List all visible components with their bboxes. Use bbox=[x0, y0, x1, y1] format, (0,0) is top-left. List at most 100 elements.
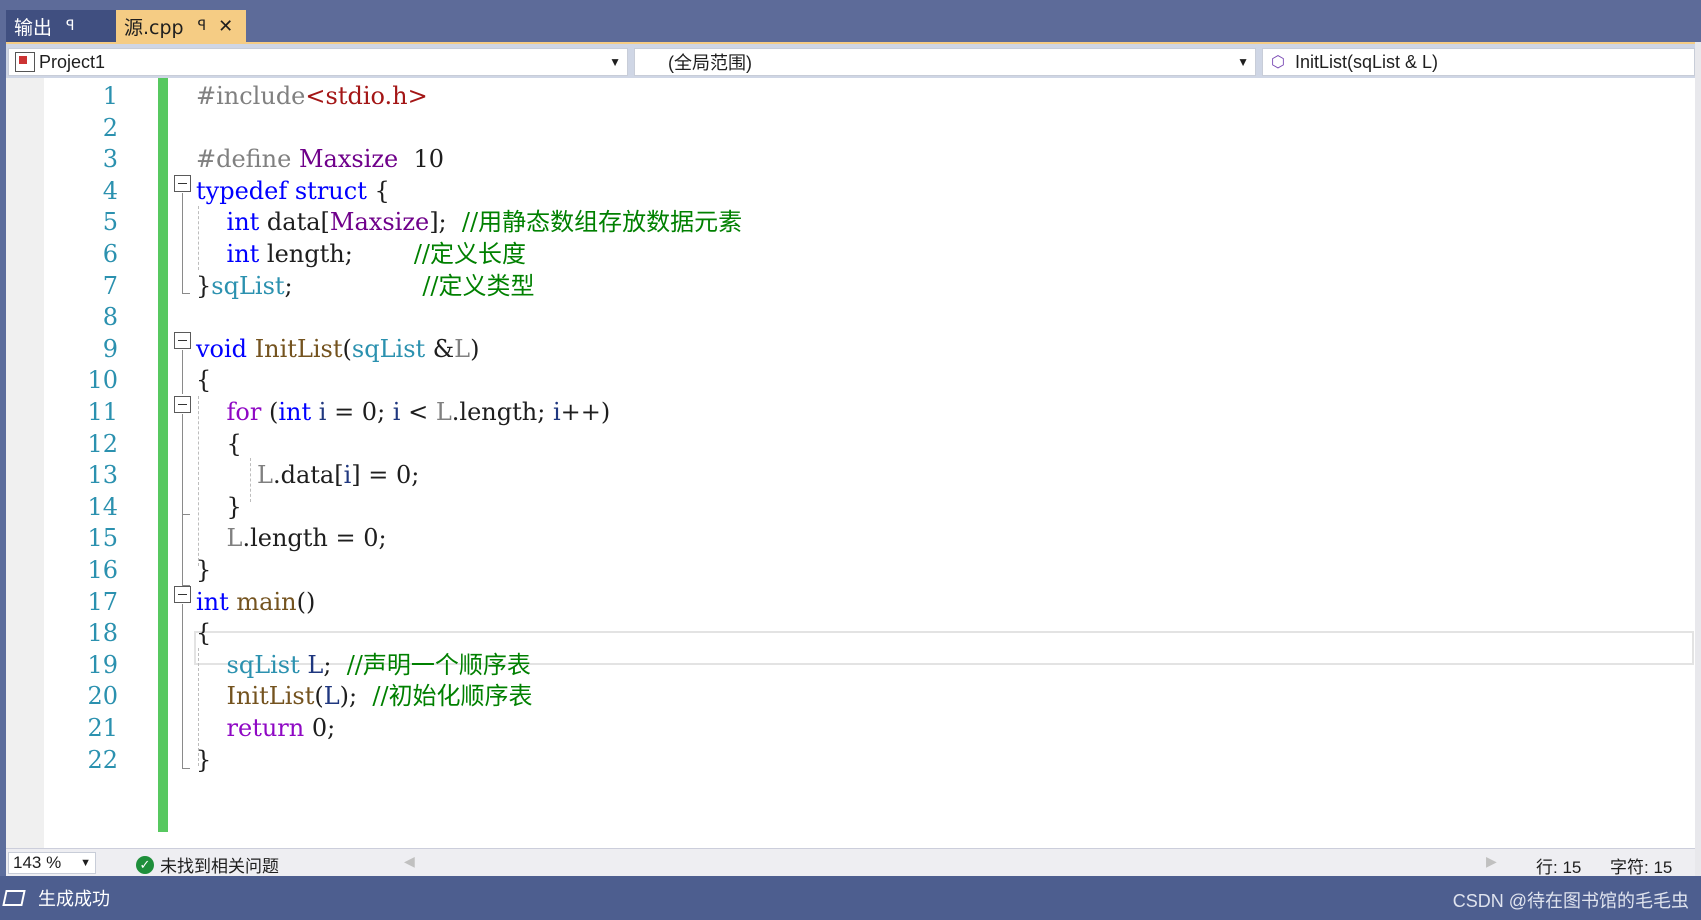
code-token: struct bbox=[294, 176, 367, 205]
collapse-icon[interactable] bbox=[174, 586, 191, 603]
collapse-icon[interactable] bbox=[174, 332, 191, 349]
line-number: 8 bbox=[102, 303, 118, 332]
code-line[interactable]: for (int i = 0; i < L.length; i++) bbox=[196, 395, 611, 429]
code-token: L bbox=[435, 398, 452, 426]
code-token: //用静态数组存放数据元素 bbox=[461, 208, 743, 237]
code-token: = 0; bbox=[326, 398, 393, 426]
code-token: ; bbox=[284, 271, 423, 300]
navigation-bar: Project1 ▼ (全局范围) ▼ ⬡ InitList(sqList & … bbox=[6, 42, 1701, 78]
member-dropdown[interactable]: ⬡ InitList(sqList & L) bbox=[1262, 48, 1695, 76]
code-token: int bbox=[196, 587, 229, 616]
code-token: //声明一个顺序表 bbox=[346, 650, 531, 679]
code-line[interactable]: InitList(L); //初始化顺序表 bbox=[196, 679, 533, 713]
code-line[interactable]: int length; //定义长度 bbox=[196, 237, 527, 271]
project-dropdown[interactable]: Project1 ▼ bbox=[8, 48, 628, 76]
collapse-icon[interactable] bbox=[174, 396, 191, 413]
cursor-line-position[interactable]: 行: 15 bbox=[1536, 853, 1581, 878]
line-number: 1 bbox=[102, 82, 118, 110]
code-line[interactable]: L.length = 0; bbox=[196, 521, 387, 555]
code-token: { bbox=[196, 619, 212, 648]
chevron-down-icon[interactable]: ▼ bbox=[80, 853, 91, 873]
scroll-left-icon[interactable]: ◀ bbox=[404, 853, 415, 870]
outline-line bbox=[182, 414, 183, 514]
tab-output-label: 输出 bbox=[14, 16, 53, 39]
document-tab-strip: 输出 ꟼ 源.cpp ꟼ ✕ bbox=[0, 0, 1701, 42]
code-editor[interactable]: 1 2 3 4 5 6 7 8 9 10 11 12 13 14 15 16 17 18 19 20 21 22 #inc… bbox=[6, 78, 1695, 848]
scroll-right-icon[interactable]: ▶ bbox=[1486, 853, 1497, 870]
code-token: } bbox=[196, 745, 212, 774]
line-number: 18 bbox=[87, 619, 118, 648]
cursor-char-position[interactable]: 字符: 15 bbox=[1610, 853, 1672, 878]
code-token: { bbox=[196, 366, 212, 395]
code-token: sqList bbox=[351, 334, 426, 363]
code-token: <stdio.h> bbox=[305, 82, 428, 110]
chevron-down-icon[interactable]: ▼ bbox=[1237, 49, 1249, 75]
code-token: ; bbox=[323, 650, 347, 679]
code-token: ( bbox=[261, 398, 279, 426]
chevron-down-icon[interactable]: ▼ bbox=[609, 49, 621, 75]
line-number: 22 bbox=[87, 745, 118, 774]
tab-source-label: 源.cpp bbox=[124, 16, 184, 39]
code-token: i bbox=[552, 398, 561, 426]
line-number: 5 bbox=[102, 208, 118, 237]
code-line[interactable]: } bbox=[196, 490, 242, 524]
app-status-bar: 生成成功 CSDN @待在图书馆的毛毛虫 bbox=[0, 876, 1701, 920]
code-line[interactable]: #include<stdio.h> bbox=[196, 79, 428, 113]
code-token: L bbox=[257, 461, 273, 490]
code-token: ); bbox=[339, 682, 373, 711]
code-line[interactable]: int data[Maxsize]; //用静态数组存放数据元素 bbox=[196, 205, 743, 239]
line-number: 14 bbox=[87, 492, 118, 521]
code-line[interactable]: }sqList; //定义类型 bbox=[196, 269, 535, 303]
member-name: InitList(sqList & L) bbox=[1294, 51, 1439, 72]
zoom-value: 143 % bbox=[13, 853, 62, 872]
code-token: #define bbox=[196, 145, 299, 174]
code-token: () bbox=[296, 587, 316, 616]
code-line[interactable]: { bbox=[196, 616, 211, 650]
scope-dropdown[interactable]: (全局范围) ▼ bbox=[634, 48, 1256, 76]
code-token: .data[ bbox=[272, 461, 344, 490]
line-number: 10 bbox=[87, 366, 118, 395]
code-token: length; bbox=[259, 240, 414, 268]
code-line[interactable]: return 0; bbox=[196, 711, 336, 745]
code-token: InitList bbox=[254, 334, 343, 363]
code-token: ) bbox=[470, 334, 480, 363]
vertical-scrollbar[interactable] bbox=[1695, 42, 1701, 876]
code-token: 10 bbox=[398, 145, 445, 174]
code-token: sqList bbox=[211, 271, 285, 300]
outline-line bbox=[182, 604, 183, 768]
code-token: ++) bbox=[560, 398, 611, 426]
code-line[interactable]: { bbox=[196, 427, 242, 461]
zoom-level-dropdown[interactable]: 143 % ▼ bbox=[8, 852, 96, 874]
tab-output[interactable]: 输出 ꟼ bbox=[6, 10, 116, 42]
issues-indicator[interactable]: ✓ 未找到相关问题 bbox=[136, 852, 279, 877]
code-line[interactable]: void InitList(sqList &L) bbox=[196, 332, 479, 366]
line-number: 20 bbox=[87, 682, 118, 711]
code-token: data[ bbox=[259, 208, 330, 237]
code-line[interactable]: } bbox=[196, 743, 211, 777]
outline-end bbox=[182, 293, 190, 294]
close-icon[interactable]: ✕ bbox=[218, 16, 233, 37]
code-line[interactable]: int main() bbox=[196, 585, 315, 619]
pin-icon[interactable]: ꟼ bbox=[198, 18, 206, 34]
scope-name: (全局范围) bbox=[668, 53, 752, 73]
code-line[interactable]: sqList L; //声明一个顺序表 bbox=[196, 648, 531, 682]
tab-source-cpp[interactable]: 源.cpp ꟼ ✕ bbox=[116, 10, 246, 42]
code-token: //定义长度 bbox=[413, 240, 527, 268]
code-line[interactable]: typedef struct { bbox=[196, 174, 390, 208]
code-line[interactable]: L.data[i] = 0; bbox=[196, 458, 419, 492]
code-token: Maxsize bbox=[329, 208, 430, 237]
code-line[interactable]: #define Maxsize 10 bbox=[196, 142, 444, 176]
code-token: L bbox=[226, 524, 243, 553]
collapse-icon[interactable] bbox=[174, 175, 191, 192]
code-line[interactable]: { bbox=[196, 363, 211, 397]
selection-margin[interactable] bbox=[6, 78, 44, 848]
line-number: 2 bbox=[102, 113, 118, 142]
outline-line bbox=[182, 350, 183, 394]
code-line[interactable]: } bbox=[196, 553, 211, 587]
line-number: 7 bbox=[102, 271, 118, 300]
pin-icon[interactable]: ꟼ bbox=[66, 18, 74, 34]
line-number: 3 bbox=[102, 145, 118, 174]
code-token: int bbox=[226, 240, 260, 268]
outline-end bbox=[182, 768, 190, 769]
